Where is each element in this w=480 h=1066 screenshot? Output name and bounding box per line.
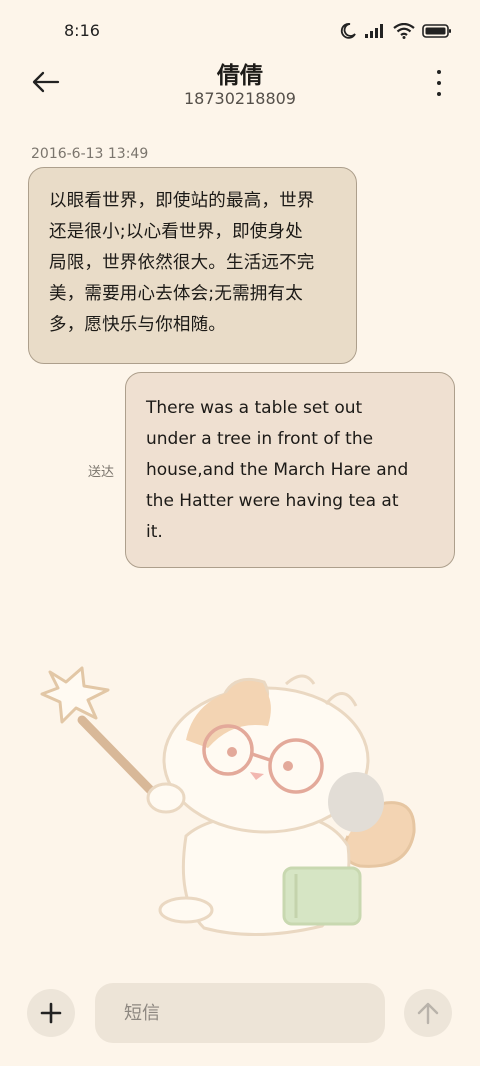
message-input[interactable] — [122, 1001, 385, 1025]
status-time: 8:16 — [64, 21, 100, 40]
message-line: 局限，世界依然很大。生活远不完 — [49, 253, 315, 273]
contact-name: 倩倩 — [217, 63, 263, 89]
arrow-up-icon — [417, 1002, 439, 1025]
message-line: house,and the March Hare and — [146, 460, 409, 480]
moon-icon — [339, 22, 357, 44]
contact-number: 18730218809 — [184, 89, 296, 108]
delivery-status: 送达 — [88, 465, 115, 480]
status-bar: 8:16 — [0, 0, 480, 60]
add-attachment-button[interactable] — [27, 989, 75, 1037]
more-vertical-icon-dot — [437, 70, 441, 74]
message-line: 还是很小;以心看世界，即使身处 — [49, 222, 303, 242]
conversation-header: 倩倩 18730218809 — [0, 55, 480, 115]
cat-wallpaper-illustration — [36, 660, 426, 950]
battery-icon — [422, 23, 452, 43]
message-line: 多，愿快乐与你相随。 — [49, 315, 226, 335]
outgoing-message-bubble[interactable]: There was a table set out under a tree i… — [125, 372, 455, 568]
incoming-message-bubble[interactable]: 以眼看世界，即使站的最高，世界 还是很小;以心看世界，即使身处 局限，世界依然很… — [28, 167, 357, 364]
message-input-container[interactable] — [95, 983, 385, 1043]
message-line: under a tree in front of the — [146, 429, 374, 449]
message-line: it. — [146, 522, 163, 542]
more-options-button[interactable] — [434, 70, 444, 96]
message-line: 以眼看世界，即使站的最高，世界 — [49, 191, 315, 211]
message-line: 美，需要用心去体会;无需拥有太 — [49, 284, 303, 304]
status-icons — [339, 22, 452, 44]
send-button[interactable] — [404, 989, 452, 1037]
signal-icon — [364, 23, 386, 43]
plus-icon — [40, 1002, 62, 1024]
message-timestamp: 2016-6-13 13:49 — [31, 146, 149, 162]
message-line: There was a table set out — [146, 398, 363, 418]
more-vertical-icon-dot — [437, 92, 441, 96]
more-vertical-icon-dot — [437, 81, 441, 85]
wifi-icon — [393, 22, 415, 43]
message-line: the Hatter were having tea at — [146, 491, 399, 511]
